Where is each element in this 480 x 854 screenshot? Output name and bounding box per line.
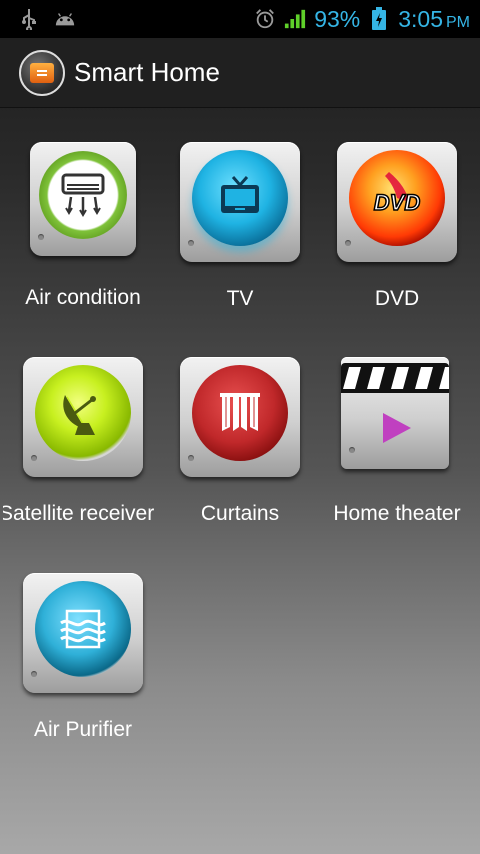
- satellite-receiver-button[interactable]: [23, 357, 143, 477]
- satellite-dish-icon: [35, 365, 131, 461]
- play-icon: [381, 411, 413, 450]
- action-bar: Smart Home: [0, 38, 480, 108]
- indicator-dot: [349, 447, 355, 453]
- battery-percent: 93%: [314, 5, 361, 32]
- dvd-button[interactable]: DVD: [337, 142, 457, 262]
- indicator-dot: [31, 455, 37, 461]
- usb-icon: [18, 8, 40, 30]
- device-tile-air-condition[interactable]: Air condition: [3, 142, 163, 342]
- device-tile-dvd[interactable]: DVD DVD: [317, 142, 477, 342]
- air-conditioner-icon: [39, 151, 127, 239]
- device-label: Curtains: [200, 502, 280, 525]
- battery-icon: [368, 7, 390, 30]
- indicator-dot: [345, 240, 351, 246]
- device-tile-air-purifier[interactable]: Air Purifier: [3, 573, 163, 773]
- app-title: Smart Home: [74, 57, 220, 87]
- device-label: Air condition: [25, 286, 141, 309]
- device-tile-tv[interactable]: TV: [160, 142, 320, 342]
- curtains-button[interactable]: [180, 357, 300, 477]
- device-label: TV: [226, 287, 254, 310]
- home-theater-button[interactable]: [341, 357, 449, 469]
- dvd-icon: DVD: [349, 150, 445, 246]
- device-label: Satellite receiver: [3, 502, 155, 525]
- clapperboard-icon: [341, 363, 449, 393]
- android-icon: [54, 8, 76, 30]
- device-tile-satellite-receiver[interactable]: Satellite receiver: [3, 357, 163, 557]
- clock: 3:05 PM: [398, 6, 470, 33]
- air-purifier-button[interactable]: [23, 573, 143, 693]
- air-conditioner-button[interactable]: [30, 142, 136, 256]
- device-tile-home-theater[interactable]: Home theater: [317, 357, 477, 557]
- clock-time: 3:05: [398, 5, 443, 32]
- signal-icon: [284, 8, 306, 30]
- app-home-button[interactable]: [19, 49, 65, 96]
- air-purifier-icon: [35, 581, 131, 677]
- device-label: Home theater: [333, 502, 461, 525]
- svg-text:DVD: DVD: [374, 190, 421, 215]
- indicator-dot: [38, 234, 44, 240]
- indicator-dot: [188, 455, 194, 461]
- clock-ampm: PM: [446, 13, 470, 31]
- indicator-dot: [31, 671, 37, 677]
- alarm-icon: [254, 8, 276, 30]
- indicator-dot: [188, 240, 194, 246]
- tv-button[interactable]: [180, 142, 300, 262]
- device-tile-curtains[interactable]: Curtains: [160, 357, 320, 557]
- curtains-icon: [192, 365, 288, 461]
- device-label: DVD: [374, 287, 420, 310]
- tv-icon: [192, 150, 288, 246]
- status-bar: 93% 3:05 PM: [0, 0, 480, 38]
- menu-icon: [30, 62, 54, 83]
- device-label: Air Purifier: [33, 718, 133, 741]
